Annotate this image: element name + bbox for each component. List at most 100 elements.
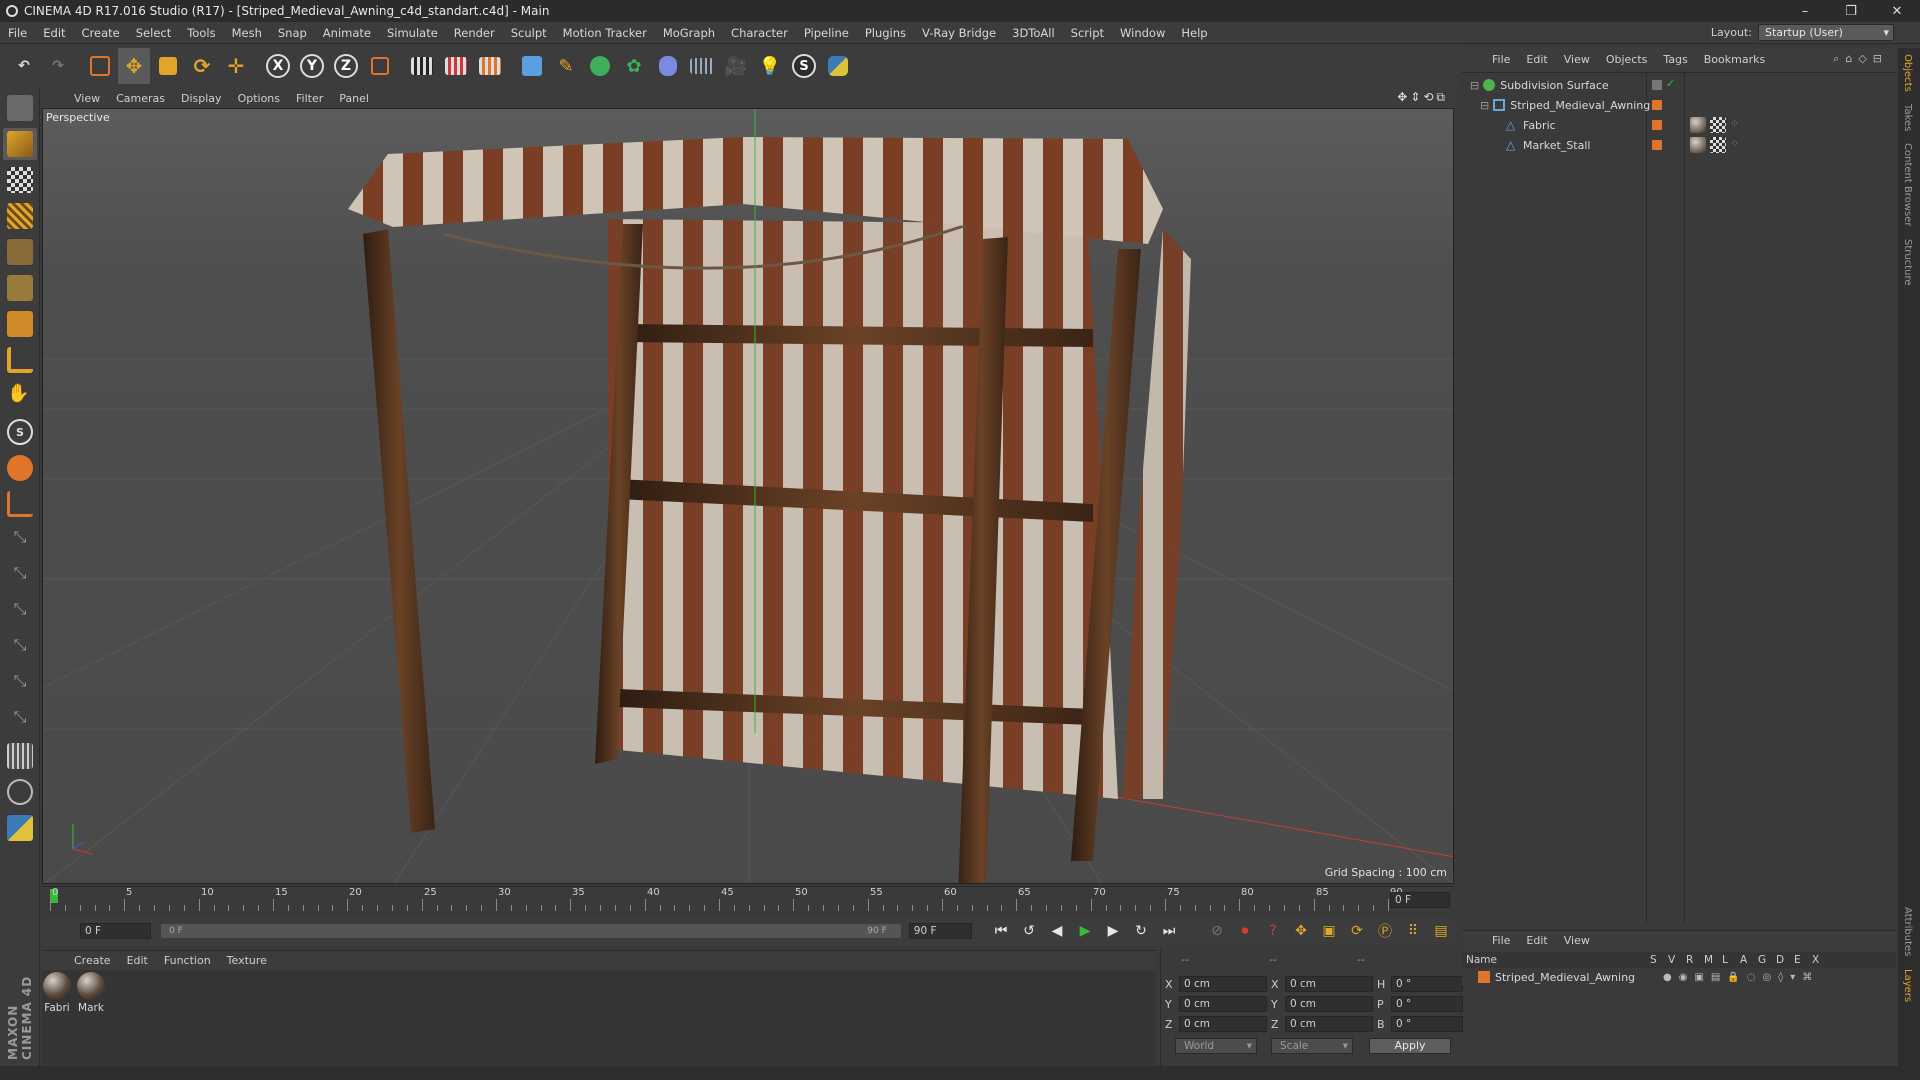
layer-row[interactable]: Striped_Medieval_Awning ●◉▣▤🔒◌◎◊▾⌘ [1462,968,1896,986]
brush-6-button[interactable]: ⤡ [3,704,37,736]
x-axis-button[interactable]: X [262,48,294,84]
menu-select[interactable]: Select [128,26,179,40]
frame-range-slider[interactable]: 0 F 90 F [161,924,901,938]
tab-structure[interactable]: Structure [1898,233,1917,292]
rotation-h-field[interactable]: 0 ° [1391,976,1463,992]
go-to-end-button[interactable]: ⏭ [1156,918,1182,944]
floor-button[interactable] [686,48,718,84]
go-to-start-button[interactable]: ⏮ [988,918,1014,944]
spline-pen-button[interactable]: ✎ [550,48,582,84]
menu-snap[interactable]: Snap [270,26,315,40]
recent-tools-button[interactable]: ✛ [220,48,252,84]
object-menu-tags[interactable]: Tags [1655,53,1695,66]
layer-color-swatch[interactable] [1478,971,1490,983]
rotation-p-field[interactable]: 0 ° [1391,996,1463,1012]
deformer-button[interactable] [652,48,684,84]
object-menu-file[interactable]: File [1484,53,1518,66]
previous-key-button[interactable]: ↺ [1016,918,1042,944]
timeline-window-button[interactable]: ▤ [1428,918,1454,944]
move-button[interactable]: ✥ [118,48,150,84]
make-editable-button[interactable] [3,92,37,124]
material-tag-icon[interactable] [1690,117,1706,133]
material-menu-create[interactable]: Create [66,954,119,967]
y-axis-button[interactable]: Y [296,48,328,84]
polygons-mode-button[interactable] [3,308,37,340]
tab-takes[interactable]: Takes [1898,98,1917,137]
menu-mograph[interactable]: MoGraph [655,26,723,40]
tab-content-browser[interactable]: Content Browser [1898,137,1917,232]
size-z-field[interactable]: 0 cm [1285,1016,1373,1032]
record-keys-button[interactable]: ⊘ [1204,918,1230,944]
viewport-menu-display[interactable]: Display [173,92,230,105]
layout-dropdown[interactable]: Startup (User) [1758,24,1894,41]
texture-mode-button[interactable] [3,164,37,196]
tab-layers[interactable]: Layers [1898,963,1917,1008]
brush-5-button[interactable]: ⤡ [3,668,37,700]
tree-item-market-stall[interactable]: △ Market_Stall ⁘ [1462,135,1896,155]
maximize-button[interactable]: ❐ [1828,0,1874,22]
brush-3-button[interactable]: ⤡ [3,596,37,628]
tab-objects[interactable]: Objects [1898,48,1917,98]
scale-button[interactable] [152,48,184,84]
size-x-field[interactable]: 0 cm [1285,976,1373,992]
menu-vray-bridge[interactable]: V-Ray Bridge [914,26,1004,40]
lock-button[interactable] [3,776,37,808]
redo-button[interactable]: ↷ [42,48,74,84]
render-picture-viewer-button[interactable] [440,48,472,84]
keyframe-selection-button[interactable]: ? [1260,918,1286,944]
quantize-button[interactable] [3,488,37,520]
viewport-navigation-icons[interactable]: ✥⇕⟲⧉ [1397,90,1448,105]
solo-button[interactable]: S [3,416,37,448]
snap-button[interactable] [3,452,37,484]
material-swatch-market[interactable]: Mark [76,972,106,1014]
layer-menu-edit[interactable]: Edit [1518,934,1555,947]
timeline-ruler[interactable]: 051015202530354045505560657075808590 0 F [42,886,1454,914]
uvw-tag-icon[interactable] [1710,117,1726,133]
menu-script[interactable]: Script [1063,26,1112,40]
layer-menu-view[interactable]: View [1556,934,1598,947]
workplane-button[interactable] [3,200,37,232]
tree-item-subdivision-surface[interactable]: ⊟ Subdivision Surface ✓ [1462,75,1896,95]
tweak-button[interactable]: ✋ [3,380,37,412]
menu-animate[interactable]: Animate [315,26,379,40]
menu-create[interactable]: Create [74,26,128,40]
object-menu-bookmarks[interactable]: Bookmarks [1696,53,1773,66]
scale-key-button[interactable]: ▣ [1316,918,1342,944]
uvw-tag-icon[interactable] [1710,137,1726,153]
menu-character[interactable]: Character [723,26,796,40]
subdivision-button[interactable] [584,48,616,84]
camera-button[interactable]: 🎥 [720,48,752,84]
object-menu-objects[interactable]: Objects [1598,53,1656,66]
brush-2-button[interactable]: ⤡ [3,560,37,592]
axis-mode-button[interactable] [3,344,37,376]
render-view-button[interactable] [406,48,438,84]
perspective-viewport[interactable]: Perspective Grid Spacing : 100 cm [42,108,1454,884]
object-manager-tools-icons[interactable]: ⌕⌂◇⊟ [1833,52,1888,66]
play-button[interactable]: ▶ [1072,918,1098,944]
object-menu-edit[interactable]: Edit [1518,53,1555,66]
menu-help[interactable]: Help [1173,26,1215,40]
close-button[interactable]: ✕ [1874,0,1920,22]
brush-4-button[interactable]: ⤡ [3,632,37,664]
current-frame-field[interactable]: 0 F [1390,892,1450,908]
menu-window[interactable]: Window [1112,26,1173,40]
menu-sculpt[interactable]: Sculpt [503,26,555,40]
coordinate-mode-dropdown[interactable]: World [1175,1038,1257,1054]
menu-tools[interactable]: Tools [179,26,223,40]
start-frame-field[interactable]: 0 F [80,923,152,939]
python-button[interactable] [822,48,854,84]
selection-tag-icon[interactable]: ⁘ [1730,137,1746,153]
viewport-menu-options[interactable]: Options [230,92,288,105]
menu-motion-tracker[interactable]: Motion Tracker [555,26,655,40]
tree-item-fabric[interactable]: △ Fabric ⁘ [1462,115,1896,135]
point-level-button[interactable]: ⠿ [1400,918,1426,944]
tab-attributes[interactable]: Attributes [1898,901,1917,962]
live-selection-button[interactable] [84,48,116,84]
object-menu-view[interactable]: View [1556,53,1598,66]
rotation-b-field[interactable]: 0 ° [1391,1016,1463,1032]
enabled-check-icon[interactable]: ✓ [1666,77,1675,90]
parameter-key-button[interactable]: Ⓟ [1372,918,1398,944]
position-z-field[interactable]: 0 cm [1179,1016,1267,1032]
menu-simulate[interactable]: Simulate [379,26,446,40]
autokey-button[interactable]: ⏺ [1232,918,1258,944]
